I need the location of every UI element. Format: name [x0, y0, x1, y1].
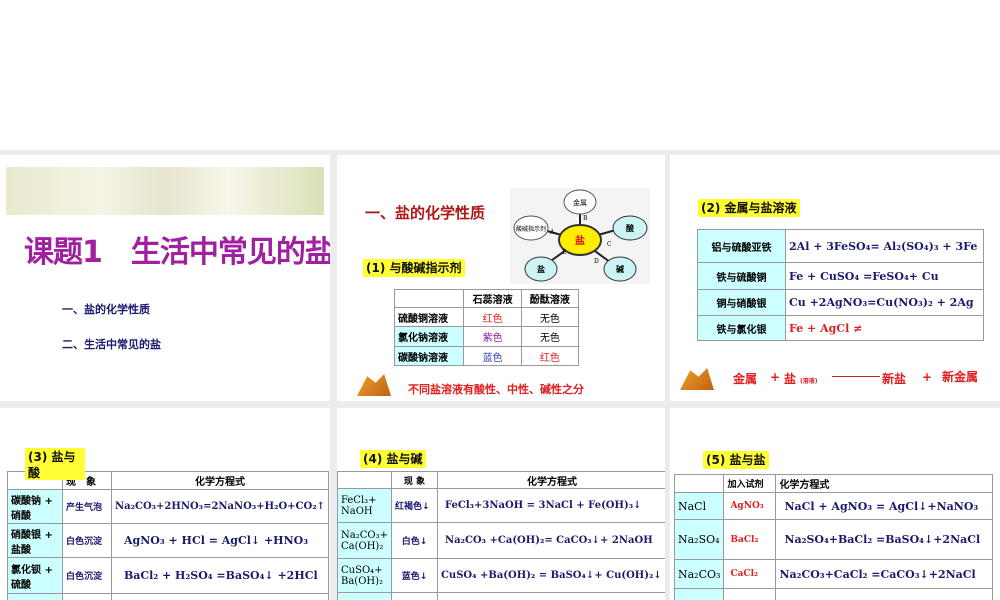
table-header — [337, 471, 392, 489]
table-cell: 碳酸钠 + 硝酸 — [7, 489, 63, 524]
table-cell: 无色 — [520, 307, 580, 327]
equation-cell: Fe + CuSO₄ =FeSO₄+ Cu — [785, 262, 984, 290]
equation-cell: FeCl₃+3NaOH = 3NaCl + Fe(OH)₃↓ — [436, 488, 665, 523]
salt-acid-table: 现 象化学方程式 碳酸钠 + 硝酸 产生气泡 Na₂CO₃+2HNO₃=2NaNO₃… — [7, 471, 329, 600]
diagram-node: 金属 — [573, 198, 587, 207]
diagram-letter: E — [562, 249, 566, 256]
section-label: (1) 与酸碱指示剂 — [363, 259, 465, 277]
table-cell: 蓝色 — [463, 346, 522, 366]
slide-thumbnail-3[interactable]: (2) 金属与盐溶液 铝与硫酸亚铁 2Al + 3FeSO₄= Al₂(SO₄)₃… — [670, 155, 1000, 401]
table-cell: 氯化钠溶液 — [393, 326, 465, 347]
table-cell: Na₂SO₄ — [673, 519, 725, 560]
blank-area — [0, 0, 1000, 150]
slide-title: 课题1 生活中常见的盐 — [24, 235, 330, 270]
table-header: 石蕊溶液 — [463, 289, 522, 308]
equation-cell: 2Al + 3FeSO₄= Al₂(SO₄)₃ + 3Fe — [785, 229, 984, 263]
summary-icon — [357, 374, 391, 396]
table-header — [673, 474, 725, 493]
table-cell: 硫酸铜溶液 — [393, 307, 465, 327]
slide-thumbnail-1[interactable]: 课题1 生活中常见的盐 一、盐的化学性质 二、生活中常见的盐 — [0, 155, 330, 401]
slide-thumbnail-6[interactable]: (5) 盐与盐 加入试剂 化学方程式 NaCl AgNO₃ NaCl + AgNO₃ … — [670, 408, 1000, 600]
outline-item: 二、生活中常见的盐 — [62, 338, 161, 351]
salt-salt-table: 加入试剂 化学方程式 NaCl AgNO₃ NaCl + AgNO₃ = AgCl↓+… — [673, 474, 993, 600]
table-cell: 产生气泡 — [62, 489, 112, 524]
table-cell: 白色沉淀 — [62, 557, 112, 594]
equation-cell: Na₂SO₄+BaCl₂ =BaSO₄↓+2NaCl — [775, 519, 993, 560]
section-label: (5) 盐与盐 — [703, 451, 769, 469]
table-cell: 铁与氯化银 — [697, 315, 786, 341]
table-cell: Na₂CO₃+ Ca(OH)₂ — [337, 522, 392, 559]
table-cell: 铝与硫酸亚铁 — [697, 229, 786, 263]
salt-base-table: 现 象化学方程式 FeCl₃+ NaOH 红褐色↓ FeCl₃+3NaOH = 3N… — [337, 471, 665, 600]
table-cell: 硝酸银 + 盐酸 — [7, 523, 63, 558]
summary-salt: 盐 — [784, 372, 797, 386]
equation-cell: Na₂CO₃+CaCl₂ =CaCO₃↓+2NaCl — [775, 559, 993, 589]
table-cell: 氯化钡 + 硫酸 — [7, 557, 63, 594]
diagram-letter: C — [607, 241, 612, 248]
diagram-center: 盐 — [575, 234, 585, 247]
equation-cell: BaCl₂ + H₂SO₄ =BaSO₄↓ +2HCl — [111, 557, 329, 594]
table-header: 化学方程式 — [775, 474, 993, 493]
table-cell: 碳酸钠溶液 — [393, 346, 465, 366]
table-cell: 红色 — [520, 346, 580, 366]
diagram-letter: A — [549, 229, 555, 236]
table-cell: 铜与硝酸银 — [697, 289, 786, 316]
slide-thumbnail-5[interactable]: (4) 盐与碱 现 象化学方程式 FeCl₃+ NaOH 红褐色↓ FeCl₃+3N… — [337, 408, 665, 600]
diagram-node: 酸 — [626, 223, 635, 233]
table-cell: 红褐色↓ — [390, 488, 438, 523]
table-cell: 蓝色↓ — [390, 558, 438, 593]
equation-cell: NaCl + AgNO₃ = AgCl↓+NaNO₃ — [775, 492, 993, 520]
arrow-icon — [832, 376, 880, 377]
summary-metal: 金属 — [733, 372, 758, 386]
reaction-summary: 金属 + 盐 (溶液) 新盐 + 新金属 — [733, 370, 998, 401]
summary-note: (溶液) — [800, 378, 818, 385]
metal-salt-table: 铝与硫酸亚铁 2Al + 3FeSO₄= Al₂(SO₄)₃ + 3Fe 铁与硫酸… — [697, 229, 984, 341]
summary-plus: + — [770, 370, 781, 384]
diagram-letter: D — [594, 258, 599, 265]
equation-cell: CuSO₄ +Ba(OH)₂ = BaSO₄↓+ Cu(OH)₂↓ — [436, 558, 665, 593]
table-cell: Na₂CO₃ — [673, 559, 725, 589]
table-cell: AgNO₃ — [723, 492, 777, 520]
diagram-letter: B — [583, 215, 588, 222]
summary-icon — [680, 368, 714, 390]
slide-title: 一、盐的化学性质 — [365, 204, 486, 222]
equation-cell: Cu +2AgNO₃=Cu(NO₃)₂ + 2Ag — [785, 289, 984, 316]
table-cell: CuSO₄+ Ba(OH)₂ — [337, 558, 392, 593]
table-cell: 白色沉淀 — [62, 523, 112, 558]
equation-cell: AgNO₃ + HCl = AgCl↓ +HNO₃ — [111, 523, 329, 558]
table-cell: 铁与硫酸铜 — [697, 262, 786, 290]
section-label: (3) 盐与酸 — [25, 448, 85, 480]
table-cell: FeCl₃+ NaOH — [337, 488, 392, 523]
equation-cell: Na₂CO₃ +Ca(OH)₂= CaCO₃↓+ 2NaOH — [436, 522, 665, 559]
table-header: 现 象 — [390, 471, 438, 489]
table-header: 酚酞溶液 — [520, 289, 580, 308]
decorative-banner-image — [6, 167, 324, 215]
table-cell: 无色 — [520, 326, 580, 347]
table-cell: 白色↓ — [390, 522, 438, 559]
equation-cell: Na₂CO₃+2HNO₃=2NaNO₃+H₂O+CO₂↑ — [111, 489, 329, 524]
slide-thumbnail-4[interactable]: 现 象化学方程式 碳酸钠 + 硝酸 产生气泡 Na₂CO₃+2HNO₃=2NaNO₃… — [0, 408, 330, 600]
section-label: (2) 金属与盐溶液 — [698, 199, 800, 217]
slide-thumbnail-2[interactable]: 一、盐的化学性质 盐 金属 酸碱指示剂 酸 盐 碱 A B C D E (1) 与酸碱指… — [337, 155, 665, 401]
table-cell: NaCl — [673, 492, 725, 520]
table-cell: 红色 — [463, 307, 522, 327]
indicator-table: 石蕊溶液 酚酞溶液 硫酸铜溶液 红色 无色 氯化钠溶液 紫色 无色 碳酸钠溶液 蓝色 红色 — [393, 289, 580, 366]
diagram-node: 盐 — [537, 264, 545, 274]
summary-text: 不同盐溶液有酸性、中性、碱性之分 — [408, 383, 584, 396]
equation-cell: Fe + AgCl ≠ — [785, 315, 984, 341]
table-cell: 紫色 — [463, 326, 522, 347]
salt-properties-diagram: 盐 金属 酸碱指示剂 酸 盐 碱 A B C D E — [510, 188, 650, 284]
table-header — [393, 289, 465, 308]
table-cell: CaCl₂ — [723, 559, 777, 589]
outline-item: 一、盐的化学性质 — [62, 303, 150, 316]
diagram-node: 酸碱指示剂 — [516, 225, 546, 233]
section-label: (4) 盐与碱 — [360, 450, 426, 468]
table-header: 化学方程式 — [111, 471, 329, 490]
table-cell: BaCl₂ — [723, 519, 777, 560]
summary-new-metal: 新金属 — [942, 370, 979, 384]
table-header: 化学方程式 — [436, 471, 665, 489]
table-header: 加入试剂 — [723, 474, 777, 493]
diagram-node: 碱 — [616, 264, 624, 274]
